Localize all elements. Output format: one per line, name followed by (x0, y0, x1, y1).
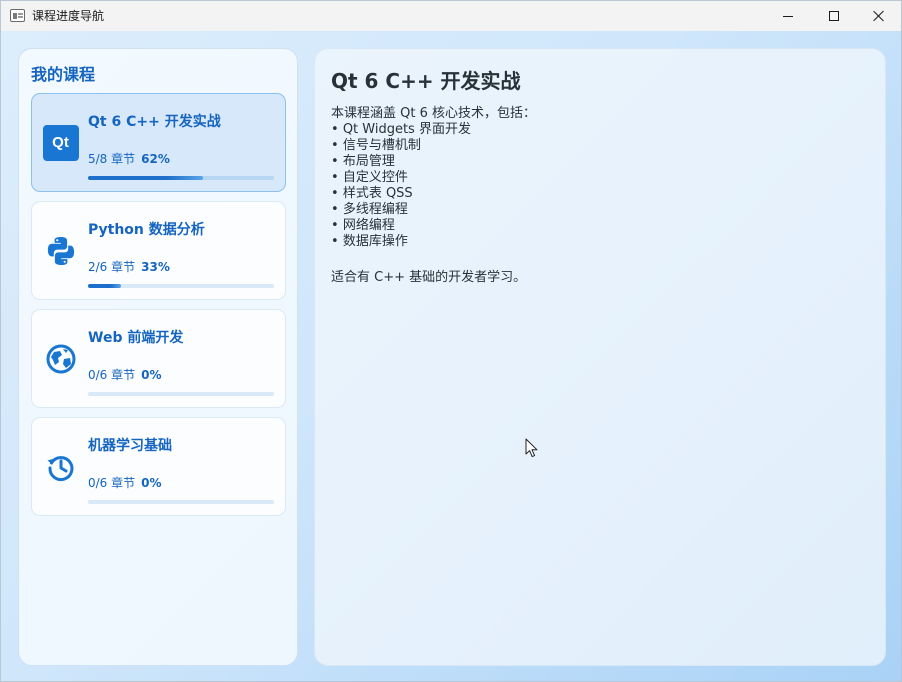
course-intro: 本课程涵盖 Qt 6 核心技术，包括： (331, 106, 536, 121)
window-title: 课程进度导航 (32, 9, 105, 23)
app-window-icon (10, 9, 25, 22)
close-icon (873, 10, 885, 22)
qt-logo-icon: Qt (42, 124, 79, 161)
course-progress-fill (88, 176, 204, 180)
course-percent-text: 33% (141, 260, 170, 274)
maximize-icon (829, 11, 839, 21)
course-chapters-text: 0/6 章节 (88, 368, 136, 382)
topic-item: 网络编程 (331, 218, 536, 234)
topic-item: 布局管理 (331, 154, 536, 170)
course-list-title: 我的课程 (31, 65, 96, 84)
course-card-web[interactable]: Web 前端开发 0/6 章节 0% (31, 309, 286, 408)
mouse-cursor-icon (525, 438, 538, 458)
course-progress-meta: 5/8 章节 62% (88, 150, 170, 167)
minimize-button[interactable] (765, 1, 811, 31)
course-detail-title: Qt 6 C++ 开发实战 (331, 69, 521, 93)
title-bar[interactable]: 课程进度导航 (1, 1, 901, 31)
history-clock-icon (42, 448, 79, 485)
course-description: 本课程涵盖 Qt 6 核心技术，包括： Qt Widgets 界面开发 信号与槽… (331, 106, 536, 250)
course-card-qt[interactable]: Qt Qt 6 C++ 开发实战 5/8 章节 62% (31, 93, 286, 192)
course-progress-meta: 2/6 章节 33% (88, 258, 170, 275)
topic-item: 数据库操作 (331, 234, 536, 250)
course-progress-bar (88, 284, 274, 288)
course-chapters-text: 0/6 章节 (88, 476, 136, 490)
course-percent-text: 0% (141, 476, 162, 490)
topic-item: 多线程编程 (331, 202, 536, 218)
course-card-ml[interactable]: 机器学习基础 0/6 章节 0% (31, 417, 286, 516)
python-icon (42, 232, 79, 269)
app-window: 课程进度导航 我的课程 Qt Qt 6 C++ 开发实战 5/8 章节 62% (0, 0, 902, 682)
globe-icon (42, 340, 79, 377)
course-list-panel: 我的课程 Qt Qt 6 C++ 开发实战 5/8 章节 62% Python 数 (18, 48, 298, 666)
topic-item: 样式表 QSS (331, 186, 536, 202)
course-title: 机器学习基础 (88, 438, 172, 454)
course-progress-bar (88, 176, 274, 180)
close-button[interactable] (856, 1, 902, 31)
course-audience-note: 适合有 C++ 基础的开发者学习。 (331, 270, 527, 285)
course-progress-fill (88, 284, 122, 288)
course-progress-bar (88, 392, 274, 396)
course-chapters-text: 2/6 章节 (88, 260, 136, 274)
course-chapters-text: 5/8 章节 (88, 152, 136, 166)
course-detail-panel: Qt 6 C++ 开发实战 本课程涵盖 Qt 6 核心技术，包括： Qt Wid… (314, 48, 886, 666)
course-progress-meta: 0/6 章节 0% (88, 474, 162, 491)
maximize-button[interactable] (811, 1, 857, 31)
course-card-python[interactable]: Python 数据分析 2/6 章节 33% (31, 201, 286, 300)
topic-item: Qt Widgets 界面开发 (331, 122, 536, 138)
course-title: Qt 6 C++ 开发实战 (88, 114, 221, 130)
topic-item: 信号与槽机制 (331, 138, 536, 154)
course-title: Python 数据分析 (88, 222, 205, 238)
course-title: Web 前端开发 (88, 330, 184, 346)
course-percent-text: 62% (141, 152, 170, 166)
course-percent-text: 0% (141, 368, 162, 382)
qt-badge-text: Qt (42, 124, 79, 161)
minimize-icon (783, 15, 793, 17)
course-progress-bar (88, 500, 274, 504)
topic-item: 自定义控件 (331, 170, 536, 186)
course-progress-meta: 0/6 章节 0% (88, 366, 162, 383)
